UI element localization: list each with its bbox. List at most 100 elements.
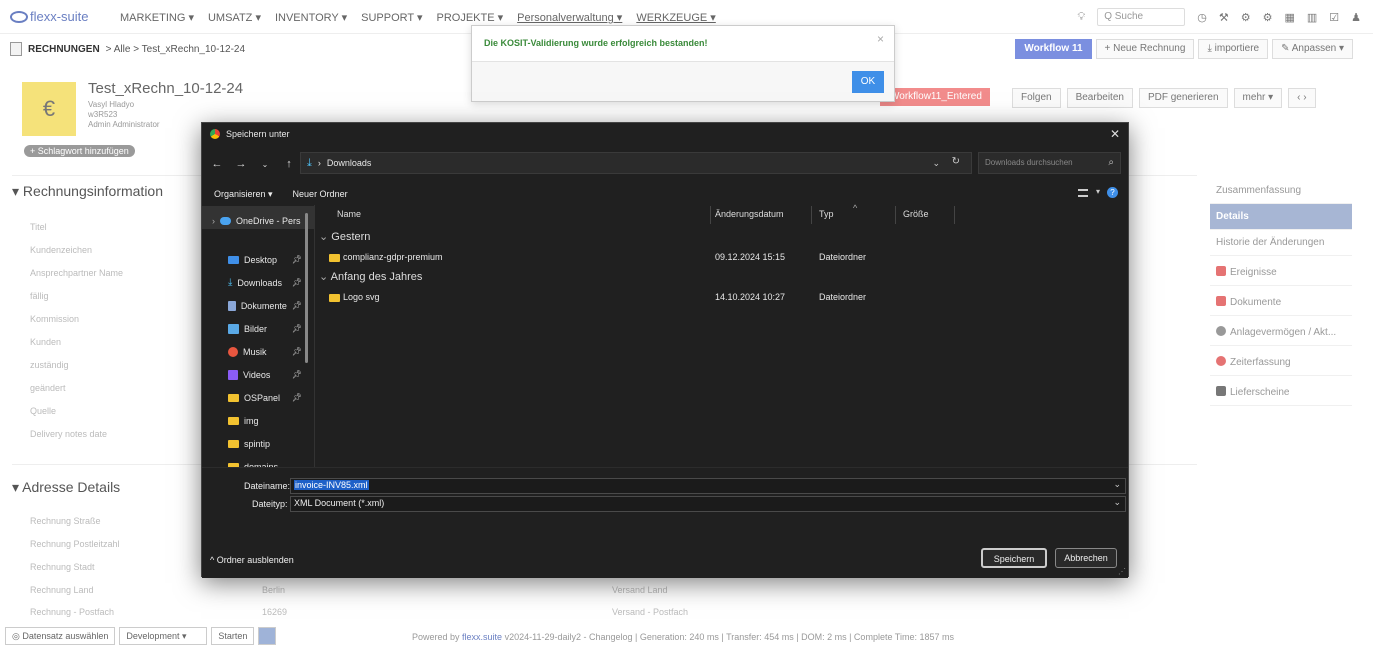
panel-details[interactable]: Details xyxy=(1210,204,1352,230)
column-date[interactable]: Änderungsdatum xyxy=(715,209,784,219)
view-dropdown-icon[interactable]: ▾ xyxy=(1096,187,1100,196)
field-label: Kundenzeichen xyxy=(30,245,93,255)
clock-icon[interactable]: ◷ xyxy=(1197,11,1207,24)
up-arrow-icon[interactable]: ↑ xyxy=(280,158,298,170)
chevron-down-icon[interactable]: ⌄ xyxy=(1113,497,1121,508)
pin-icon[interactable]: 📌︎ xyxy=(292,255,302,264)
folder-icon xyxy=(228,393,239,402)
pin-icon[interactable]: 📌︎ xyxy=(292,393,302,402)
nav-item-spintip[interactable]: spintip xyxy=(202,429,314,452)
dialog-titlebar[interactable]: Speichern unter xyxy=(202,123,1128,145)
select-record-field[interactable]: ◎ Datensatz auswählen xyxy=(5,627,116,645)
new-folder-button[interactable]: Neuer Ordner xyxy=(293,189,348,201)
menu-marketing[interactable]: MARKETING ▾ xyxy=(120,11,194,24)
nav-item-domains[interactable]: domains xyxy=(202,452,314,467)
file-row[interactable]: complianz-gdpr-premium 09.12.2024 15:15 … xyxy=(315,250,1115,266)
workflow-button[interactable]: Workflow 11 xyxy=(1015,39,1092,59)
edit-button[interactable]: Bearbeiten xyxy=(1066,88,1133,108)
nav-item-ospanel[interactable]: OSPanel 📌︎ xyxy=(202,383,314,406)
app-logo[interactable]: flexx-suite xyxy=(10,9,89,24)
nav-item-downloads[interactable]: ⤓ Downloads 📌︎ xyxy=(202,268,314,291)
start-button[interactable]: Starten xyxy=(211,627,255,645)
panel-documents[interactable]: Dokumente xyxy=(1210,286,1352,316)
calendar-icon[interactable]: ▦ xyxy=(1284,11,1294,24)
view-options-icon[interactable] xyxy=(1078,189,1088,197)
gear-icon[interactable]: ⚙ xyxy=(1241,11,1251,24)
column-type[interactable]: Typ xyxy=(819,209,834,219)
prev-next-buttons[interactable]: ‹ › xyxy=(1288,88,1316,108)
chart-icon[interactable]: ▥ xyxy=(1307,11,1317,24)
refresh-icon[interactable]: ↻ xyxy=(952,156,960,167)
cancel-button[interactable]: Abbrechen xyxy=(1055,548,1117,568)
checkbox-icon[interactable]: ☑ xyxy=(1329,11,1339,24)
nav-item-pictures[interactable]: Bilder 📌︎ xyxy=(202,314,314,337)
follow-button[interactable]: Folgen xyxy=(1012,88,1061,108)
customize-button[interactable]: ✎ Anpassen ▾ xyxy=(1272,39,1353,59)
help-icon[interactable]: ? xyxy=(1107,187,1118,198)
environment-select[interactable]: Development ▾ xyxy=(119,627,208,645)
dialog-search-input[interactable]: Downloads durchsuchen ⌕ xyxy=(978,152,1121,174)
alert-close-icon[interactable]: × xyxy=(877,32,884,46)
menu-inventory[interactable]: INVENTORY ▾ xyxy=(275,11,347,24)
hide-folders-button[interactable]: ^ Ordner ausblenden xyxy=(210,555,294,565)
pin-icon[interactable]: 📌︎ xyxy=(292,347,302,356)
pin-icon[interactable]: 📌︎ xyxy=(292,278,302,287)
nav-item-videos[interactable]: Videos 📌︎ xyxy=(202,360,314,383)
new-invoice-button[interactable]: + Neue Rechnung xyxy=(1095,39,1195,59)
menu-personalverwaltung[interactable]: Personalverwaltung ▾ xyxy=(517,11,622,24)
back-arrow-icon[interactable]: ← xyxy=(208,158,226,170)
group-header-yesterday[interactable]: ⌄ Gestern xyxy=(319,230,370,243)
tools-icon[interactable]: ⚒ xyxy=(1219,11,1229,24)
chevron-down-icon[interactable]: ⌄ xyxy=(1113,479,1121,490)
panel-time-tracking[interactable]: Zeiterfassung xyxy=(1210,346,1352,376)
panel-assets[interactable]: Anlagevermögen / Akt... xyxy=(1210,316,1352,346)
nav-item-onedrive[interactable]: › OneDrive - Pers xyxy=(202,206,314,229)
powered-brand[interactable]: flexx.suite xyxy=(462,632,502,642)
nav-item-desktop[interactable]: Desktop 📌︎ xyxy=(202,245,314,268)
add-tag-button[interactable]: + Schlagwort hinzufügen xyxy=(24,145,135,157)
nav-item-music[interactable]: Musik 📌︎ xyxy=(202,337,314,360)
alert-ok-button[interactable]: OK xyxy=(852,71,884,93)
more-button[interactable]: mehr ▾ xyxy=(1233,88,1283,108)
pin-icon[interactable]: 📌︎ xyxy=(292,324,302,333)
address-bar[interactable]: ⤓ › Downloads xyxy=(300,152,972,174)
nav-scrollbar[interactable] xyxy=(305,213,308,363)
menu-support[interactable]: SUPPORT ▾ xyxy=(361,11,422,24)
global-search-input[interactable]: Q Suche xyxy=(1097,8,1186,26)
menu-umsatz[interactable]: UMSATZ ▾ xyxy=(208,11,261,24)
section-invoice-title[interactable]: ▾ Rechnungsinformation xyxy=(12,183,163,200)
address-dropdown-icon[interactable]: ⌄ xyxy=(932,158,940,169)
pin-icon[interactable]: 📌︎ xyxy=(292,370,302,379)
column-size[interactable]: Größe xyxy=(903,209,929,219)
section-address-title[interactable]: ▾ Adresse Details xyxy=(12,479,120,496)
image-icon[interactable] xyxy=(258,627,277,645)
column-name[interactable]: Name xyxy=(337,209,361,219)
forward-arrow-icon[interactable]: → xyxy=(232,158,250,170)
menu-projekte[interactable]: PROJEKTE ▾ xyxy=(436,11,503,24)
import-button[interactable]: ⤓ importiere xyxy=(1198,39,1269,59)
nav-item-img[interactable]: img xyxy=(202,406,314,429)
panel-events[interactable]: Ereignisse xyxy=(1210,256,1352,286)
generate-pdf-button[interactable]: PDF generieren xyxy=(1138,88,1228,108)
organize-button[interactable]: Organisieren ▾ xyxy=(214,189,273,201)
lightbulb-icon[interactable]: 💡︎ xyxy=(1078,11,1086,24)
panel-history[interactable]: Historie der Änderungen xyxy=(1210,230,1352,256)
panel-delivery-notes[interactable]: Lieferscheine xyxy=(1210,376,1352,406)
pin-icon[interactable]: 📌︎ xyxy=(292,301,302,310)
user-icon[interactable]: ♟ xyxy=(1351,11,1361,24)
breadcrumb-path[interactable]: > Alle > Test_xRechn_10-12-24 xyxy=(106,44,245,55)
group-header-start-of-year[interactable]: ⌄ Anfang des Jahres xyxy=(319,270,422,283)
breadcrumb-module[interactable]: RECHNUNGEN xyxy=(28,44,100,55)
filetype-select[interactable]: XML Document (*.xml) ⌄ xyxy=(290,496,1126,512)
filename-input[interactable]: invoice-INV85.xml ⌄ xyxy=(290,478,1126,494)
file-row[interactable]: Logo svg 14.10.2024 10:27 Dateiordner xyxy=(315,290,1115,306)
recent-chevron-icon[interactable]: ⌄ xyxy=(256,160,274,169)
dialog-close-icon[interactable]: ✕ xyxy=(1110,127,1120,141)
nav-item-documents[interactable]: Dokumente 📌︎ xyxy=(202,291,314,314)
menu-werkzeuge[interactable]: WERKZEUGE ▾ xyxy=(636,11,715,24)
panel-summary[interactable]: Zusammenfassung xyxy=(1210,178,1352,204)
status-badge[interactable]: Workflow11_Entered xyxy=(880,88,990,106)
resize-grip-icon[interactable]: ⋰ xyxy=(1118,567,1126,576)
settings-icon[interactable]: ⚙ xyxy=(1263,11,1273,24)
save-button[interactable]: Speichern xyxy=(981,548,1047,568)
